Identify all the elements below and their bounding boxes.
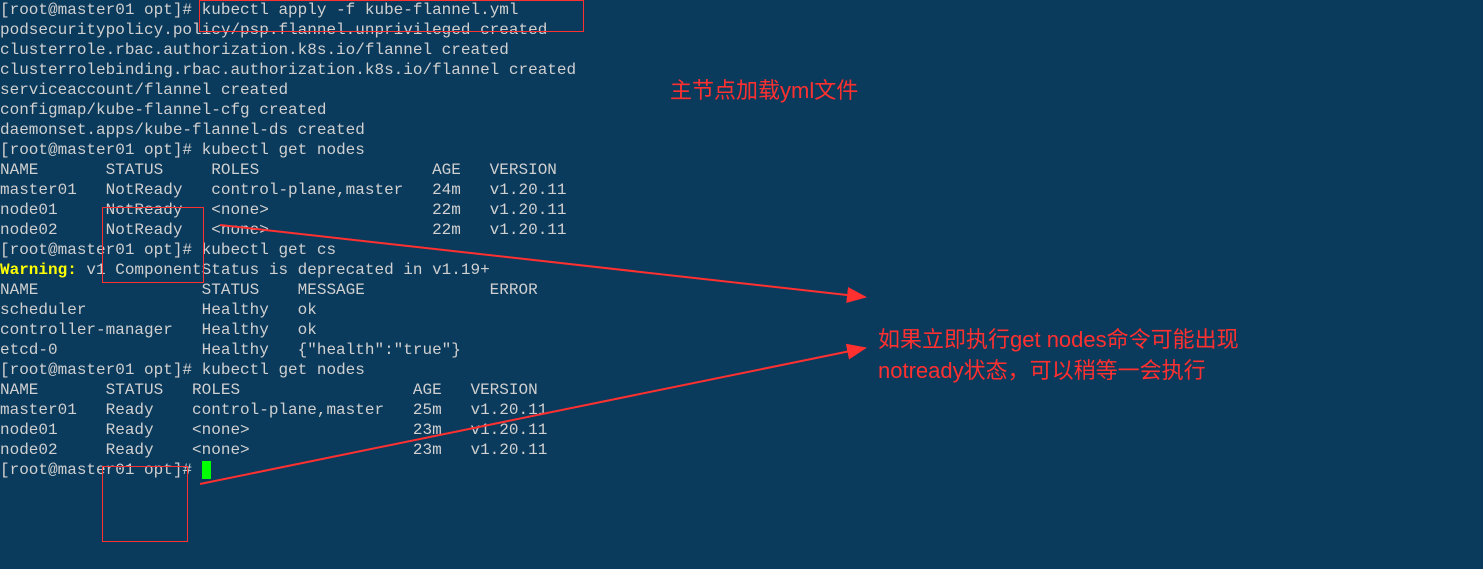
apply-output-3: serviceaccount/flannel created (0, 80, 1483, 100)
cs-row-1: controller-manager Healthy ok (0, 320, 1483, 340)
apply-output-4: configmap/kube-flannel-cfg created (0, 100, 1483, 120)
apply-output-2: clusterrolebinding.rbac.authorization.k8… (0, 60, 1483, 80)
warning-line: Warning: v1 ComponentStatus is deprecate… (0, 260, 1483, 280)
line-prompt-nodes1: [root@master01 opt]# kubectl get nodes (0, 140, 1483, 160)
apply-output-1: clusterrole.rbac.authorization.k8s.io/fl… (0, 40, 1483, 60)
node-row-before-1: node01 NotReady <none> 22m v1.20.11 (0, 200, 1483, 220)
line-prompt-cs: [root@master01 opt]# kubectl get cs (0, 240, 1483, 260)
cursor (202, 461, 211, 479)
node-row-after-1: node01 Ready <none> 23m v1.20.11 (0, 420, 1483, 440)
apply-output-5: daemonset.apps/kube-flannel-ds created (0, 120, 1483, 140)
nodes-header-2: NAME STATUS ROLES AGE VERSION (0, 380, 1483, 400)
node-row-after-0: master01 Ready control-plane,master 25m … (0, 400, 1483, 420)
cs-row-2: etcd-0 Healthy {"health":"true"} (0, 340, 1483, 360)
apply-output-0: podsecuritypolicy.policy/psp.flannel.unp… (0, 20, 1483, 40)
line-prompt-final: [root@master01 opt]# (0, 460, 1483, 480)
node-row-after-2: node02 Ready <none> 23m v1.20.11 (0, 440, 1483, 460)
line-prompt-nodes2: [root@master01 opt]# kubectl get nodes (0, 360, 1483, 380)
terminal[interactable]: [root@master01 opt]# kubectl apply -f ku… (0, 0, 1483, 480)
cs-header: NAME STATUS MESSAGE ERROR (0, 280, 1483, 300)
line-prompt-apply: [root@master01 opt]# kubectl apply -f ku… (0, 0, 1483, 20)
nodes-header: NAME STATUS ROLES AGE VERSION (0, 160, 1483, 180)
node-row-before-0: master01 NotReady control-plane,master 2… (0, 180, 1483, 200)
cs-row-0: scheduler Healthy ok (0, 300, 1483, 320)
node-row-before-2: node02 NotReady <none> 22m v1.20.11 (0, 220, 1483, 240)
